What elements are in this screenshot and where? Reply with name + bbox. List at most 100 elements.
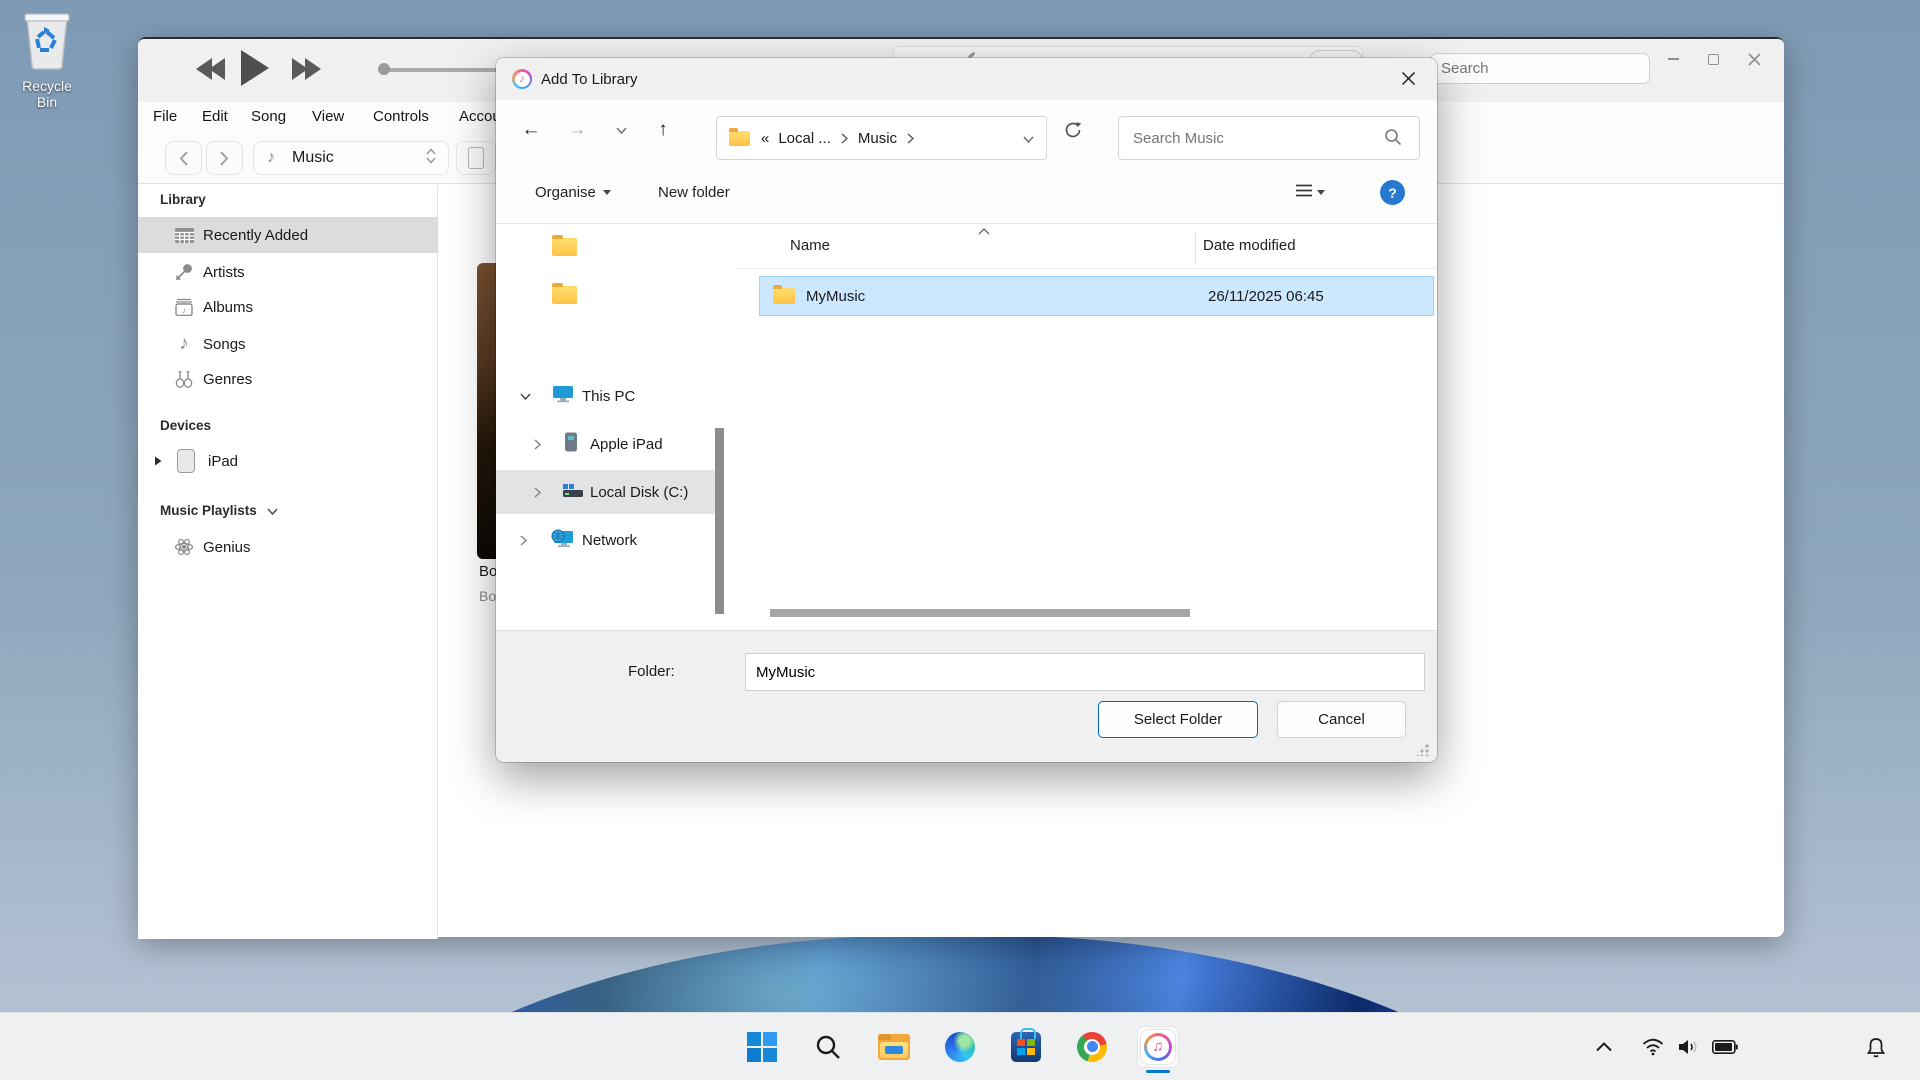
chevron-right-icon [907, 133, 914, 144]
column-header-name[interactable]: Name [790, 237, 830, 254]
edge-button[interactable] [939, 1026, 981, 1068]
tree-item-network[interactable]: Network [496, 518, 722, 562]
breadcrumb-music[interactable]: Music [858, 130, 897, 147]
sidebar-item-albums[interactable]: ♪ Albums [138, 289, 438, 325]
file-name: MyMusic [806, 288, 865, 305]
sidebar-item-songs[interactable]: ♪ Songs [138, 326, 438, 362]
devices-section-header: Devices [160, 418, 211, 433]
folder-icon[interactable] [552, 238, 577, 256]
chrome-button[interactable] [1071, 1026, 1113, 1068]
sidebar-item-genres[interactable]: Genres [138, 361, 438, 397]
itunes-taskbar-button[interactable]: ♫ [1137, 1026, 1179, 1068]
sidebar-item-recently-added[interactable]: Recently Added [138, 217, 438, 253]
dialog-nav-row: ← → ↑ « Local ... Music [496, 100, 1437, 160]
horizontal-scrollbar[interactable] [770, 609, 1190, 617]
chevron-right-icon [841, 133, 848, 144]
dialog-titlebar[interactable]: ♪ Add To Library [496, 58, 1437, 100]
file-explorer-button[interactable] [873, 1026, 915, 1068]
menu-controls[interactable]: Controls [373, 108, 429, 125]
tree-item-apple-ipad[interactable]: Apple iPad [496, 422, 722, 466]
dialog-command-bar: Organise New folder ? [496, 160, 1437, 224]
new-folder-button[interactable]: New folder [658, 160, 730, 224]
select-folder-button[interactable]: Select Folder [1098, 701, 1258, 738]
battery-icon[interactable] [1712, 1013, 1738, 1080]
nav-up-icon[interactable]: ↑ [646, 100, 680, 160]
help-button[interactable]: ? [1380, 180, 1405, 205]
refresh-icon[interactable] [1056, 100, 1090, 160]
crumb-prefix: « [761, 130, 769, 147]
wifi-icon[interactable] [1642, 1013, 1664, 1080]
chevron-down-icon[interactable] [520, 393, 531, 400]
next-track-button[interactable] [290, 56, 324, 87]
maximize-button[interactable] [1708, 39, 1719, 79]
header-underline [736, 268, 1437, 269]
start-button[interactable] [741, 1026, 783, 1068]
breadcrumb-local[interactable]: Local ... [778, 130, 831, 147]
sidebar-item-genius[interactable]: Genius [138, 529, 438, 565]
device-button[interactable] [456, 141, 496, 175]
recycle-bin[interactable]: Recycle Bin [12, 10, 82, 110]
close-button[interactable] [1748, 39, 1761, 79]
tree-item-this-pc[interactable]: This PC [496, 374, 722, 418]
notification-bell-icon[interactable] [1866, 1013, 1886, 1080]
cancel-button[interactable]: Cancel [1277, 701, 1406, 738]
forward-button[interactable] [206, 141, 243, 175]
list-view-icon [1296, 184, 1312, 201]
taskbar-search-button[interactable] [807, 1026, 849, 1068]
organise-button[interactable]: Organise [535, 160, 611, 224]
microphone-icon [171, 263, 197, 281]
menu-song[interactable]: Song [251, 108, 286, 125]
address-bar[interactable]: « Local ... Music [716, 116, 1047, 160]
expander-arrow-icon[interactable] [154, 453, 162, 470]
recycle-bin-label: Recycle Bin [12, 78, 82, 110]
media-kind-dropdown[interactable]: ♪ Music [253, 141, 449, 175]
search-magnifier-icon [1384, 128, 1402, 151]
network-icon [550, 529, 574, 552]
media-kind-label: Music [292, 149, 334, 167]
file-list-header: Name Date modified [736, 224, 1437, 268]
dialog-close-icon[interactable] [1401, 71, 1417, 87]
menu-view[interactable]: View [312, 108, 344, 125]
previous-track-button[interactable] [194, 56, 228, 87]
chevron-right-icon[interactable] [520, 535, 527, 546]
column-header-date-modified[interactable]: Date modified [1203, 237, 1296, 254]
disk-drive-icon [562, 482, 584, 503]
sort-ascending-icon [978, 222, 990, 239]
itunes-search-input[interactable] [1430, 53, 1650, 84]
view-options-button[interactable] [1296, 160, 1325, 224]
volume-slider-thumb[interactable] [378, 63, 390, 75]
column-separator[interactable] [1195, 232, 1196, 264]
tray-overflow-chevron-icon[interactable] [1596, 1013, 1612, 1080]
nav-back-icon[interactable]: ← [514, 100, 548, 160]
minimize-button[interactable] [1668, 39, 1679, 79]
albums-icon: ♪ [171, 298, 197, 316]
dialog-title: Add To Library [541, 71, 637, 88]
ipad-icon [173, 449, 199, 473]
sidebar-item-artists[interactable]: Artists [138, 254, 438, 290]
back-button[interactable] [165, 141, 202, 175]
address-folder-icon [729, 131, 750, 146]
chevron-right-icon[interactable] [534, 487, 541, 498]
chevron-right-icon[interactable] [534, 439, 541, 450]
tree-scrollbar[interactable] [715, 428, 724, 614]
address-dropdown-chevron-icon[interactable] [1023, 130, 1034, 147]
play-button[interactable] [238, 48, 270, 93]
dialog-search-input[interactable] [1118, 116, 1420, 160]
nav-forward-icon[interactable]: → [560, 100, 594, 160]
volume-icon[interactable] [1678, 1013, 1700, 1080]
folder-icon [773, 288, 795, 304]
folder-icon[interactable] [552, 286, 577, 304]
microsoft-store-button[interactable] [1005, 1026, 1047, 1068]
ipad-tree-icon [564, 432, 578, 456]
folder-name-input[interactable] [745, 653, 1425, 691]
sidebar-item-ipad[interactable]: iPad [138, 443, 438, 479]
itunes-sidebar: Library Recently Added Artists ♪ Albums … [138, 185, 438, 939]
resize-grip[interactable] [1417, 744, 1429, 756]
menu-file[interactable]: File [153, 108, 177, 125]
music-note-icon: ♪ [267, 149, 275, 167]
menu-edit[interactable]: Edit [202, 108, 228, 125]
file-row-mymusic[interactable]: MyMusic 26/11/2025 06:45 [759, 276, 1434, 316]
tree-item-local-disk[interactable]: Local Disk (C:) [496, 470, 722, 514]
nav-recent-chevron-icon[interactable] [604, 100, 638, 160]
recycle-bin-icon [20, 57, 74, 74]
